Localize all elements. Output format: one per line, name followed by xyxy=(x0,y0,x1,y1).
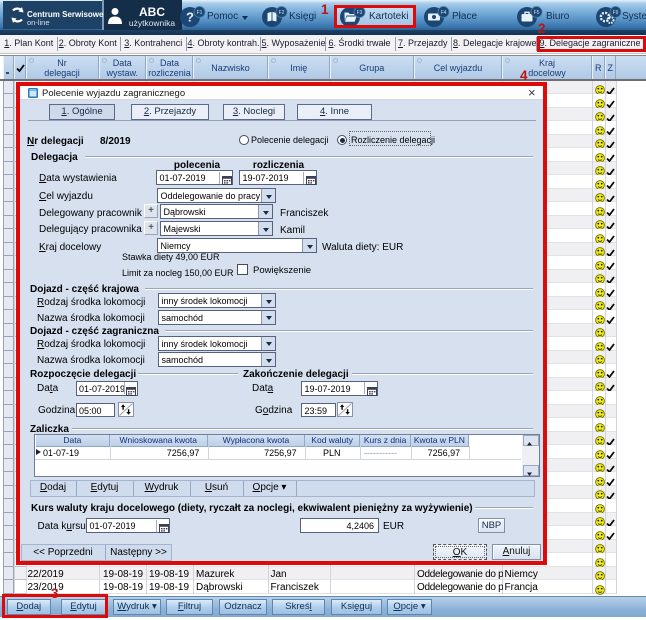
svg-text:F4: F4 xyxy=(441,10,447,16)
svg-text:F1: F1 xyxy=(197,10,203,16)
svg-text:F2: F2 xyxy=(279,10,285,16)
svg-text:?: ? xyxy=(186,10,194,25)
svg-text:F9: F9 xyxy=(613,10,619,16)
svg-text:F5: F5 xyxy=(534,10,540,16)
